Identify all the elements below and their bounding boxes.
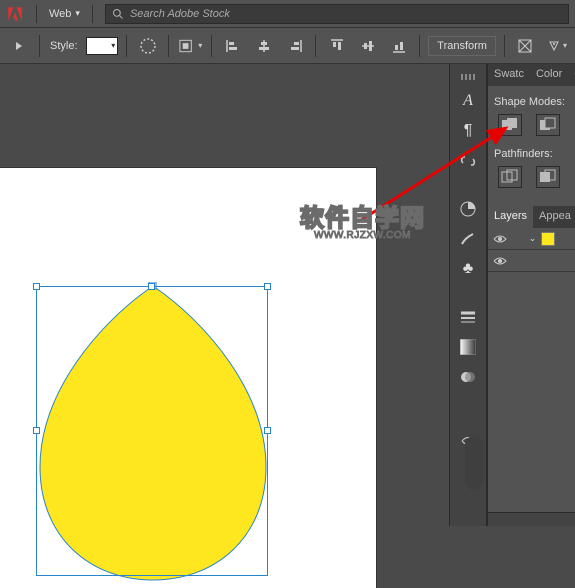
color-panel-tabs: Swatc Color G (488, 64, 575, 86)
brush-panel-icon[interactable] (453, 226, 483, 252)
color-panel-icon[interactable] (453, 196, 483, 222)
align-right-icon[interactable] (282, 33, 307, 59)
layers-panel-tabs: Layers Appea (488, 206, 575, 228)
expand-layer-icon[interactable]: ⌄ (528, 234, 537, 243)
transparency-panel-icon[interactable] (453, 364, 483, 390)
resize-handle-tl[interactable] (33, 283, 40, 290)
control-bar: Style: ▾ ▾ Transform ▾ (0, 28, 575, 64)
graphic-style-label: Style: (48, 40, 80, 52)
layer-row[interactable] (488, 250, 575, 272)
layers-panel: ⌄ (488, 228, 575, 272)
layer-color-swatch (541, 232, 555, 246)
dock-handle-icon[interactable] (454, 74, 482, 80)
align-to-dropdown[interactable]: ▾ (177, 33, 203, 59)
tab-gradient[interactable]: G (568, 64, 575, 86)
resize-handle-tr[interactable] (264, 283, 271, 290)
isolate-mask-icon[interactable] (513, 33, 538, 59)
selection-bounding-box[interactable] (36, 286, 268, 576)
shape-mode-minus-front-button[interactable] (536, 114, 560, 136)
tab-color[interactable]: Color (530, 64, 568, 86)
tab-swatches[interactable]: Swatc (488, 64, 530, 86)
panel-footer (487, 512, 575, 526)
shape-modes-label: Shape Modes: (494, 96, 569, 108)
search-icon (112, 8, 124, 20)
pathfinders-label: Pathfinders: (494, 148, 569, 160)
edit-contents-icon[interactable]: ▾ (544, 33, 569, 59)
document-preset-label: Web (49, 8, 71, 20)
visibility-toggle-icon[interactable] (492, 253, 508, 269)
layer-row[interactable]: ⌄ (488, 228, 575, 250)
expand-control-icon[interactable] (6, 33, 31, 59)
recolor-artwork-icon[interactable] (135, 33, 160, 59)
tab-appearance[interactable]: Appea (533, 206, 575, 228)
canvas-workspace[interactable] (0, 64, 449, 526)
right-panel-dock: Swatc Color G Shape Modes: Pathfinders: … (487, 64, 575, 526)
align-top-icon[interactable] (324, 33, 349, 59)
search-input[interactable]: Search Adobe Stock (105, 4, 569, 24)
paragraph-panel-icon[interactable]: ¶ (453, 118, 483, 144)
stroke-panel-icon[interactable] (453, 304, 483, 330)
tab-layers[interactable]: Layers (488, 206, 533, 228)
symbols-panel-icon[interactable]: ♣ (453, 256, 483, 282)
align-left-icon[interactable] (220, 33, 245, 59)
graphic-style-dropdown[interactable]: ▾ (86, 37, 119, 55)
shape-mode-unite-button[interactable] (498, 114, 522, 136)
app-menubar: Web ▾ Search Adobe Stock (0, 0, 575, 28)
links-panel-icon[interactable] (453, 148, 483, 174)
align-bottom-icon[interactable] (386, 33, 411, 59)
panel-divider[interactable] (465, 436, 483, 490)
gradient-panel-icon[interactable] (453, 334, 483, 360)
chevron-down-icon: ▾ (111, 41, 115, 50)
pathfinder-trim-button[interactable] (536, 166, 560, 188)
type-panel-icon[interactable]: A (453, 88, 483, 114)
resize-handle-ml[interactable] (33, 427, 40, 434)
adobe-logo-icon (6, 5, 24, 23)
align-hcenter-icon[interactable] (251, 33, 276, 59)
search-placeholder: Search Adobe Stock (130, 8, 230, 20)
transform-button[interactable]: Transform (428, 36, 496, 56)
resize-handle-mr[interactable] (264, 427, 271, 434)
document-preset-dropdown[interactable]: Web ▾ (49, 8, 80, 20)
visibility-toggle-icon[interactable] (492, 231, 508, 247)
align-vcenter-icon[interactable] (355, 33, 380, 59)
resize-handle-tm[interactable] (148, 283, 155, 290)
pathfinder-panel: Shape Modes: Pathfinders: (488, 86, 575, 206)
chevron-down-icon: ▾ (75, 8, 80, 19)
pathfinder-divide-button[interactable] (498, 166, 522, 188)
